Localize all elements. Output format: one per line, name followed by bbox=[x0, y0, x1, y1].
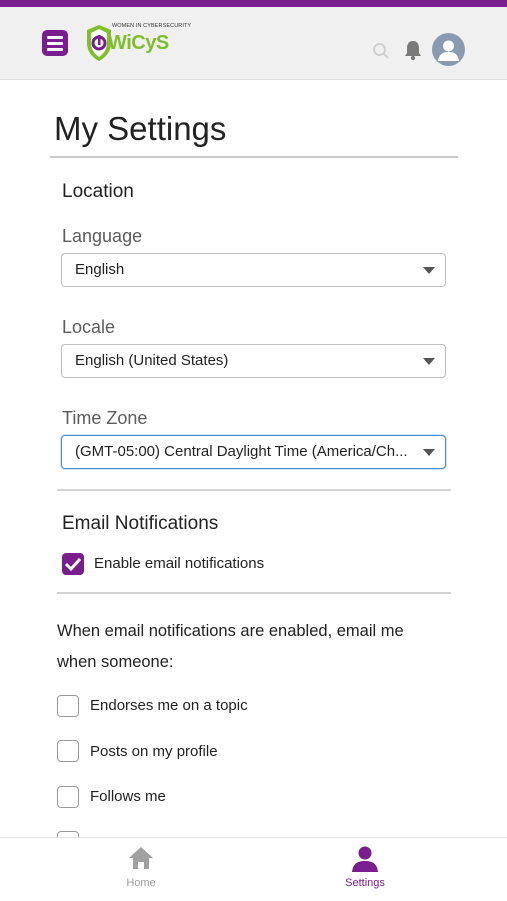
user-avatar-icon[interactable] bbox=[432, 33, 465, 66]
timezone-label: Time Zone bbox=[62, 408, 148, 428]
section-divider bbox=[57, 489, 451, 491]
app-header: WOMEN IN CYBERSECURITY WiCyS bbox=[0, 7, 507, 80]
bottom-nav: Home Settings bbox=[0, 837, 507, 901]
locale-select[interactable]: English (United States) bbox=[61, 344, 446, 378]
language-select[interactable]: English bbox=[61, 253, 446, 287]
language-value: English bbox=[75, 261, 125, 278]
top-accent-stripe bbox=[0, 0, 507, 7]
chevron-down-icon bbox=[423, 358, 435, 365]
hamburger-menu-icon[interactable] bbox=[42, 30, 68, 56]
logo-tagline: WOMEN IN CYBERSECURITY bbox=[112, 23, 192, 29]
chevron-down-icon bbox=[423, 267, 435, 274]
enable-email-label[interactable]: Enable email notifications bbox=[94, 555, 264, 572]
location-heading: Location bbox=[62, 181, 134, 202]
timezone-value: (GMT-05:00) Central Daylight Time (Ameri… bbox=[75, 443, 408, 460]
enable-email-checkbox[interactable] bbox=[62, 553, 84, 575]
user-profile-icon bbox=[352, 846, 378, 872]
checkmark-icon bbox=[64, 557, 82, 572]
nav-home-label: Home bbox=[126, 877, 156, 889]
locale-label: Locale bbox=[62, 317, 116, 337]
posts-on-profile-checkbox[interactable] bbox=[57, 740, 79, 762]
timezone-select[interactable]: (GMT-05:00) Central Daylight Time (Ameri… bbox=[61, 435, 446, 469]
language-label: Language bbox=[62, 226, 143, 246]
posts-on-profile-label[interactable]: Posts on my profile bbox=[90, 743, 218, 760]
page-title: My Settings bbox=[54, 110, 227, 147]
search-icon[interactable] bbox=[372, 42, 390, 60]
settings-content: My Settings Location Language English Lo… bbox=[0, 80, 507, 853]
nav-settings-label: Settings bbox=[345, 877, 385, 889]
nav-settings[interactable]: Settings bbox=[305, 838, 425, 901]
logo-wordmark: WiCyS bbox=[108, 32, 169, 54]
bell-icon[interactable] bbox=[402, 39, 424, 61]
endorses-label[interactable]: Endorses me on a topic bbox=[90, 697, 248, 714]
home-icon bbox=[129, 847, 153, 869]
follows-me-checkbox[interactable] bbox=[57, 786, 79, 808]
title-divider bbox=[50, 156, 458, 158]
locale-value: English (United States) bbox=[75, 352, 229, 369]
email-notifications-heading: Email Notifications bbox=[62, 513, 219, 534]
nav-home[interactable]: Home bbox=[81, 838, 201, 901]
follows-me-label[interactable]: Follows me bbox=[90, 788, 166, 805]
chevron-down-icon bbox=[423, 449, 435, 456]
email-intro-text: When email notifications are enabled, em… bbox=[57, 622, 404, 671]
endorses-checkbox[interactable] bbox=[57, 695, 79, 717]
section-divider bbox=[57, 592, 451, 594]
